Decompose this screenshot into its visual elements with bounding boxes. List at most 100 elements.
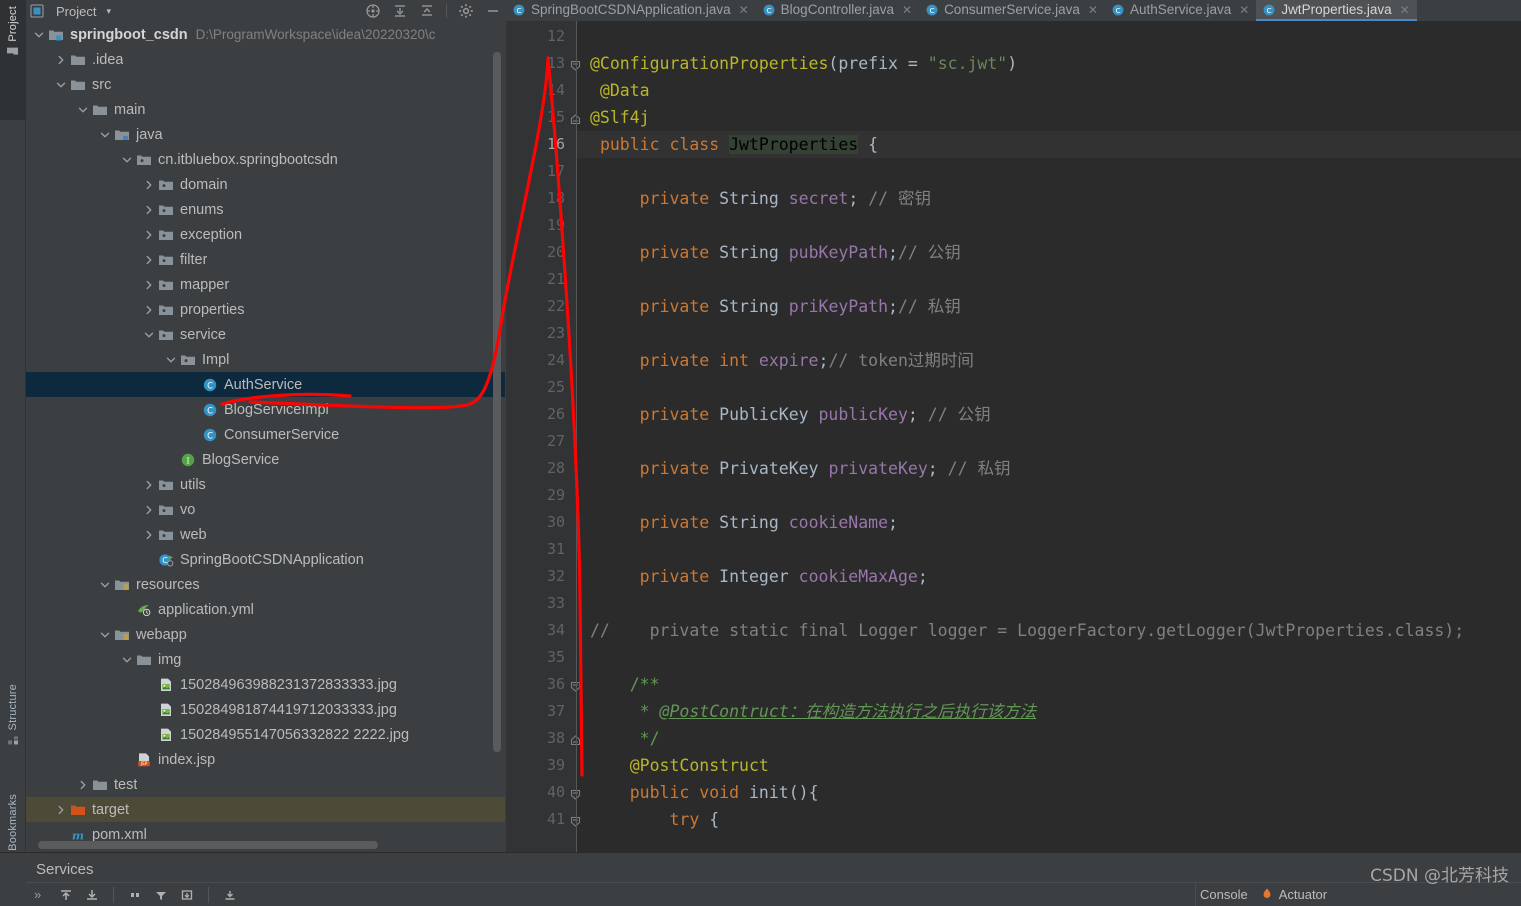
line-number[interactable]: 22	[547, 293, 565, 320]
editor-code-text[interactable]: @ConfigurationProperties(prefix = "sc.jw…	[577, 21, 1521, 852]
pause-icon[interactable]	[122, 884, 148, 906]
line-number[interactable]: 14	[547, 77, 565, 104]
project-tree-horizontal-scrollbar[interactable]	[38, 841, 378, 849]
chevron-right-icon[interactable]	[142, 478, 156, 492]
editor-tab-bar[interactable]: C SpringBootCSDNApplication.java ✕ C BlogCon…	[506, 0, 1521, 21]
line-number[interactable]: 34	[547, 617, 565, 644]
line-number[interactable]: 23	[547, 320, 565, 347]
services-bottom-tabs[interactable]: Console Actuator	[1200, 882, 1327, 906]
close-icon[interactable]: ✕	[739, 3, 749, 17]
line-number[interactable]: 13	[547, 50, 565, 77]
chevron-down-icon[interactable]	[54, 78, 68, 92]
tree-node-blogserviceimpl[interactable]: C BlogServiceImpl	[26, 397, 505, 422]
tree-node-150284955147056332822-2222-jpg[interactable]: 150284955147056332822 2222.jpg	[26, 722, 505, 747]
chevron-right-icon[interactable]	[142, 203, 156, 217]
tree-node-springbootcsdnapplication[interactable]: C SpringBootCSDNApplication	[26, 547, 505, 572]
line-number[interactable]: 20	[547, 239, 565, 266]
expand-all-icon[interactable]	[392, 3, 408, 19]
editor-tab-consumerservice-java[interactable]: C ConsumerService.java ✕	[919, 0, 1105, 21]
code-line[interactable]: public void init(){	[590, 779, 819, 806]
chevron-right-icon[interactable]	[142, 528, 156, 542]
services-tab-actuator[interactable]: Actuator	[1279, 887, 1327, 902]
tree-node-vo[interactable]: vo	[26, 497, 505, 522]
chevron-right-icon[interactable]	[142, 278, 156, 292]
tree-node-150284963988231372833333-jpg[interactable]: 150284963988231372833333.jpg	[26, 672, 505, 697]
project-tree-vertical-scrollbar[interactable]	[493, 52, 501, 752]
editor-gutter[interactable]: 12 13 14 15 16 17 18 19 20 21 22 23 24 25 26 27 28 29 30 31…	[506, 21, 581, 852]
chevron-down-icon[interactable]	[98, 628, 112, 642]
tree-node-img[interactable]: img	[26, 647, 505, 672]
code-line[interactable]: private String priKeyPath;// 私钥	[590, 293, 961, 320]
close-icon[interactable]: ✕	[1400, 3, 1410, 17]
scroll-to-end-icon[interactable]	[79, 884, 105, 906]
tree-node-web[interactable]: web	[26, 522, 505, 547]
line-number[interactable]: 19	[547, 212, 565, 239]
line-number[interactable]: 16	[547, 131, 565, 158]
tree-node-idea[interactable]: .idea	[26, 47, 505, 72]
tree-node-resources[interactable]: resources	[26, 572, 505, 597]
tree-node-cn-itbluebox-springbootcsdn[interactable]: cn.itbluebox.springbootcsdn	[26, 147, 505, 172]
chevron-right-icon[interactable]	[142, 253, 156, 267]
code-line[interactable]: private PublicKey publicKey; // 公钥	[590, 401, 991, 428]
chevron-down-icon[interactable]	[32, 28, 46, 42]
services-tab-console[interactable]: Console	[1200, 887, 1248, 902]
chevron-down-icon[interactable]	[142, 328, 156, 342]
print-icon[interactable]	[217, 884, 243, 906]
export-icon[interactable]	[174, 884, 200, 906]
tree-node-application-yml[interactable]: application.yml	[26, 597, 505, 622]
chevron-down-icon[interactable]	[98, 128, 112, 142]
close-icon[interactable]: ✕	[1239, 3, 1249, 17]
project-tree[interactable]: springboot_csdn D:\ProgramWorkspace\idea\…	[26, 22, 505, 852]
line-number[interactable]: 30	[547, 509, 565, 536]
scroll-to-top-icon[interactable]	[53, 884, 79, 906]
hide-icon[interactable]	[485, 3, 501, 19]
tree-node-src[interactable]: src	[26, 72, 505, 97]
tree-node-target[interactable]: target	[26, 797, 505, 822]
chevron-down-icon[interactable]	[98, 578, 112, 592]
chevron-right-icon[interactable]	[142, 228, 156, 242]
code-line[interactable]: private Integer cookieMaxAge;	[590, 563, 928, 590]
chevron-right-icon[interactable]	[142, 503, 156, 517]
editor-code-area[interactable]: 12 13 14 15 16 17 18 19 20 21 22 23 24 25 26 27 28 29 30 31…	[506, 21, 1521, 852]
editor-tab-authservice-java[interactable]: C AuthService.java ✕	[1105, 0, 1256, 21]
tree-node-exception[interactable]: exception	[26, 222, 505, 247]
tree-node-domain[interactable]: domain	[26, 172, 505, 197]
tool-window-tab-project[interactable]: Project	[0, 2, 26, 63]
line-number[interactable]: 36	[547, 671, 565, 698]
line-number[interactable]: 31	[547, 536, 565, 563]
code-line[interactable]: @Slf4j	[590, 104, 650, 131]
code-line[interactable]: @Data	[590, 77, 650, 104]
code-line[interactable]: private String secret; // 密钥	[590, 185, 931, 212]
line-number[interactable]: 21	[547, 266, 565, 293]
line-number[interactable]: 32	[547, 563, 565, 590]
tree-node-utils[interactable]: utils	[26, 472, 505, 497]
chevron-right-icon[interactable]	[54, 803, 68, 817]
line-number[interactable]: 28	[547, 455, 565, 482]
line-number[interactable]: 12	[547, 23, 565, 50]
tree-node-authservice[interactable]: C AuthService	[26, 372, 505, 397]
tree-node-index-jsp[interactable]: JSP index.jsp	[26, 747, 505, 772]
close-icon[interactable]: ✕	[902, 3, 912, 17]
chevron-right-icon[interactable]	[142, 303, 156, 317]
editor-tab-blogcontroller-java[interactable]: C BlogController.java ✕	[756, 0, 919, 21]
line-number[interactable]: 26	[547, 401, 565, 428]
code-line[interactable]: public class JwtProperties {	[590, 131, 878, 158]
line-number[interactable]: 17	[547, 158, 565, 185]
code-line[interactable]: */	[590, 725, 660, 752]
tree-node-mapper[interactable]: mapper	[26, 272, 505, 297]
tree-node-enums[interactable]: enums	[26, 197, 505, 222]
line-number[interactable]: 39	[547, 752, 565, 779]
chevron-down-icon[interactable]: ▾	[106, 6, 111, 17]
line-number[interactable]: 15	[547, 104, 565, 131]
tree-node-webapp[interactable]: webapp	[26, 622, 505, 647]
code-line[interactable]: @ConfigurationProperties(prefix = "sc.jw…	[590, 50, 1017, 77]
tree-node-springboot-csdn[interactable]: springboot_csdn D:\ProgramWorkspace\idea\…	[26, 22, 505, 47]
tree-node-java[interactable]: java	[26, 122, 505, 147]
line-number[interactable]: 41	[547, 806, 565, 833]
chevron-down-icon[interactable]	[120, 153, 134, 167]
line-number[interactable]: 24	[547, 347, 565, 374]
code-line[interactable]: try {	[590, 806, 719, 833]
collapse-all-icon[interactable]	[419, 3, 435, 19]
tool-window-tab-structure[interactable]: Structure	[0, 680, 26, 751]
code-line[interactable]: private PrivateKey privateKey; // 私钥	[590, 455, 1011, 482]
